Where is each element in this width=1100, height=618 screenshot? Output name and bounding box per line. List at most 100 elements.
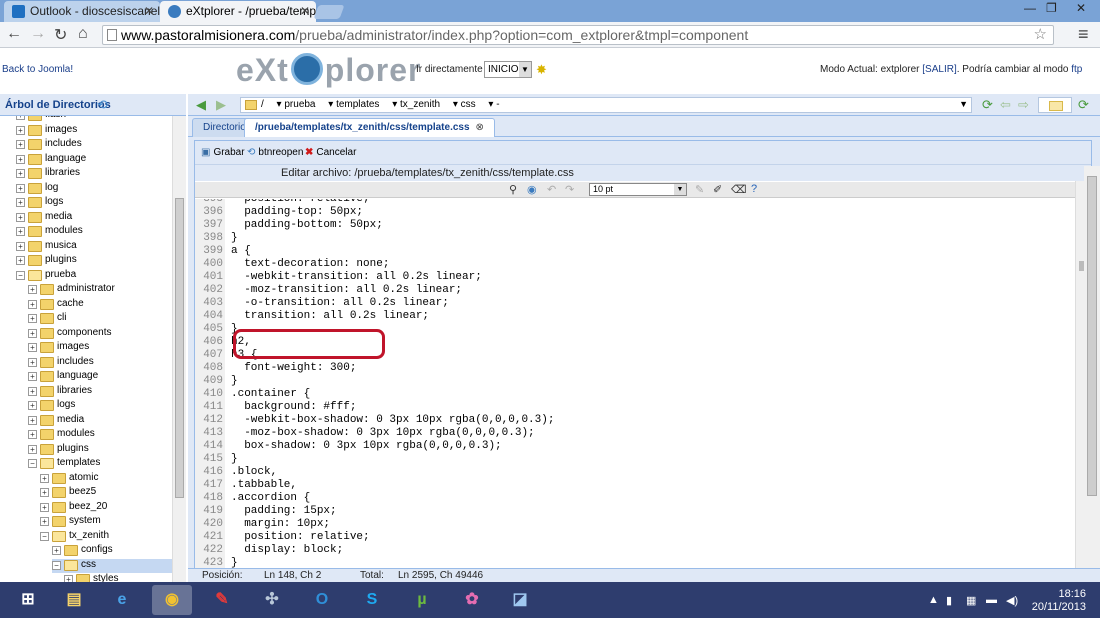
eraser-icon[interactable]: ⌫ [731,183,747,196]
collapse-icon[interactable]: − [16,270,25,280]
expand-icon[interactable]: + [16,140,25,149]
syntax-icon[interactable]: ✎ [695,183,704,196]
tree-item[interactable]: + logs [28,399,172,413]
tree-item[interactable]: + beez5 [40,486,172,500]
tree-item[interactable]: + components [28,327,172,341]
browser-tab-outlook[interactable]: Outlook - dioscesiscanelo ✕ [4,1,160,22]
tray-arrow-icon[interactable]: ▲ [928,594,939,606]
tree-item[interactable]: + plugins [16,254,172,268]
path-segment[interactable]: prueba [284,99,315,110]
logout-link[interactable]: [SALIR] [922,64,956,75]
clock[interactable]: 18:16 20/11/2013 [1032,588,1086,614]
redo-icon[interactable]: ↷ [565,183,574,196]
undo-icon[interactable]: ↶ [547,183,556,196]
tree-item[interactable]: + atomic [40,472,172,486]
forward-green-arrow-icon[interactable]: ▶ [216,97,226,113]
volume-icon[interactable]: ◀) [1006,594,1018,607]
path-segment[interactable]: css [461,99,476,110]
scrollbar-thumb[interactable] [175,198,184,498]
utorrent-icon[interactable]: µ [402,585,442,615]
browser-tab-extplorer[interactable]: eXtplorer - /prueba/templ ✕ [160,1,316,22]
window-close-icon[interactable]: ✕ [1076,1,1086,15]
right-arrow-icon[interactable]: ⇨ [1018,97,1029,113]
expand-icon[interactable]: + [28,415,37,425]
back-green-arrow-icon[interactable]: ◀ [196,97,206,113]
tree-item[interactable]: − css [52,558,172,573]
expand-icon[interactable]: + [40,517,49,526]
tree-item[interactable]: + musica [16,240,172,254]
bookmark-add-icon[interactable]: ✸ [536,62,547,78]
tray-device-icon[interactable]: ▮ [946,594,952,607]
notes-icon[interactable]: ◪ [500,585,540,615]
reload-icon[interactable]: ↻ [54,25,67,45]
folder-view-button[interactable] [1038,97,1072,113]
picasa-icon[interactable]: ✿ [452,585,492,615]
expand-icon[interactable]: + [16,256,25,265]
tree-item[interactable]: + cache [28,298,172,312]
expand-icon[interactable]: + [28,328,37,338]
outlook-taskbar-icon[interactable]: O [302,585,342,615]
expand-icon[interactable]: + [16,227,25,236]
utility-icon[interactable]: ✣ [252,585,292,615]
expand-icon[interactable]: + [28,314,37,323]
tree-item[interactable]: + images [16,124,172,138]
close-icon[interactable]: ✕ [300,4,310,18]
tree-item[interactable]: − tx_zenith [40,530,172,544]
goto-select[interactable]: INICIO ▼ [484,61,532,78]
start-button[interactable]: ⊞ [6,585,50,615]
tree-item[interactable]: + language [28,370,172,384]
battery-icon[interactable]: ▬ [986,594,997,606]
expand-icon[interactable]: + [28,299,37,309]
search-icon[interactable]: ⚲ [509,183,517,196]
back-arrow-icon[interactable]: ← [6,25,22,43]
expand-icon[interactable]: + [28,285,37,294]
expand-icon[interactable]: + [16,198,25,207]
tree-item[interactable]: + logs [16,196,172,210]
chrome-icon[interactable]: ◉ [152,585,192,615]
forward-arrow-icon[interactable]: → [30,25,46,43]
tab-template-css[interactable]: /prueba/templates/tx_zenith/css/template… [244,118,495,137]
path-segment[interactable]: / [261,99,264,110]
minimize-icon[interactable]: — [1024,1,1036,15]
skype-icon[interactable]: S [352,585,392,615]
tree-item[interactable]: − prueba [16,269,172,283]
page-scrollbar[interactable] [1084,166,1100,576]
expand-icon[interactable]: + [28,444,37,454]
tree-item[interactable]: + flash [16,116,172,123]
internet-explorer-icon[interactable]: e [102,585,142,615]
tree-item[interactable]: + media [16,211,172,225]
close-icon[interactable]: ⊗ [476,122,484,133]
expand-icon[interactable]: + [16,212,25,222]
help-icon[interactable]: ? [751,183,757,195]
tree-item[interactable]: + language [16,153,172,167]
reopen-button[interactable]: ⟲ btnreopen [247,147,303,158]
expand-icon[interactable]: + [16,125,25,135]
close-icon[interactable]: ✕ [144,4,154,18]
save-button[interactable]: ▣ Grabar [201,147,245,158]
tree-item[interactable]: + beez_20 [40,501,172,515]
expand-icon[interactable]: + [28,430,37,439]
expand-icon[interactable]: + [40,502,49,512]
scrollbar-thumb[interactable] [1087,176,1097,496]
network-icon[interactable]: ▦ [966,594,976,607]
expand-icon[interactable]: + [28,386,37,396]
code-editor[interactable]: 395 position: relative; 396 padding-top: … [195,199,1075,587]
tree-item[interactable]: + cli [28,312,172,326]
expand-icon[interactable]: + [16,154,25,164]
collapse-icon[interactable]: − [40,531,49,541]
goto-icon[interactable]: ◉ [527,183,537,196]
file-explorer-icon[interactable]: ▤ [54,585,94,615]
home-icon[interactable]: ⌂ [78,25,88,43]
menu-icon[interactable]: ≡ [1078,24,1089,45]
expand-icon[interactable]: + [28,357,37,367]
back-to-joomla-link[interactable]: Back to Joomla! [2,64,73,75]
path-segment[interactable]: tx_zenith [400,99,440,110]
collapse-icon[interactable]: − [52,560,61,570]
bookmark-star-icon[interactable]: ☆ [1034,26,1047,44]
font-size-select[interactable]: 10 pt ▼ [589,183,687,196]
tree-item[interactable]: + modules [16,225,172,239]
tree-item[interactable]: + plugins [28,443,172,457]
expand-icon[interactable]: + [16,169,25,178]
tree-scrollbar[interactable] [172,116,186,588]
pdf-reader-icon[interactable]: ✎ [202,585,242,615]
